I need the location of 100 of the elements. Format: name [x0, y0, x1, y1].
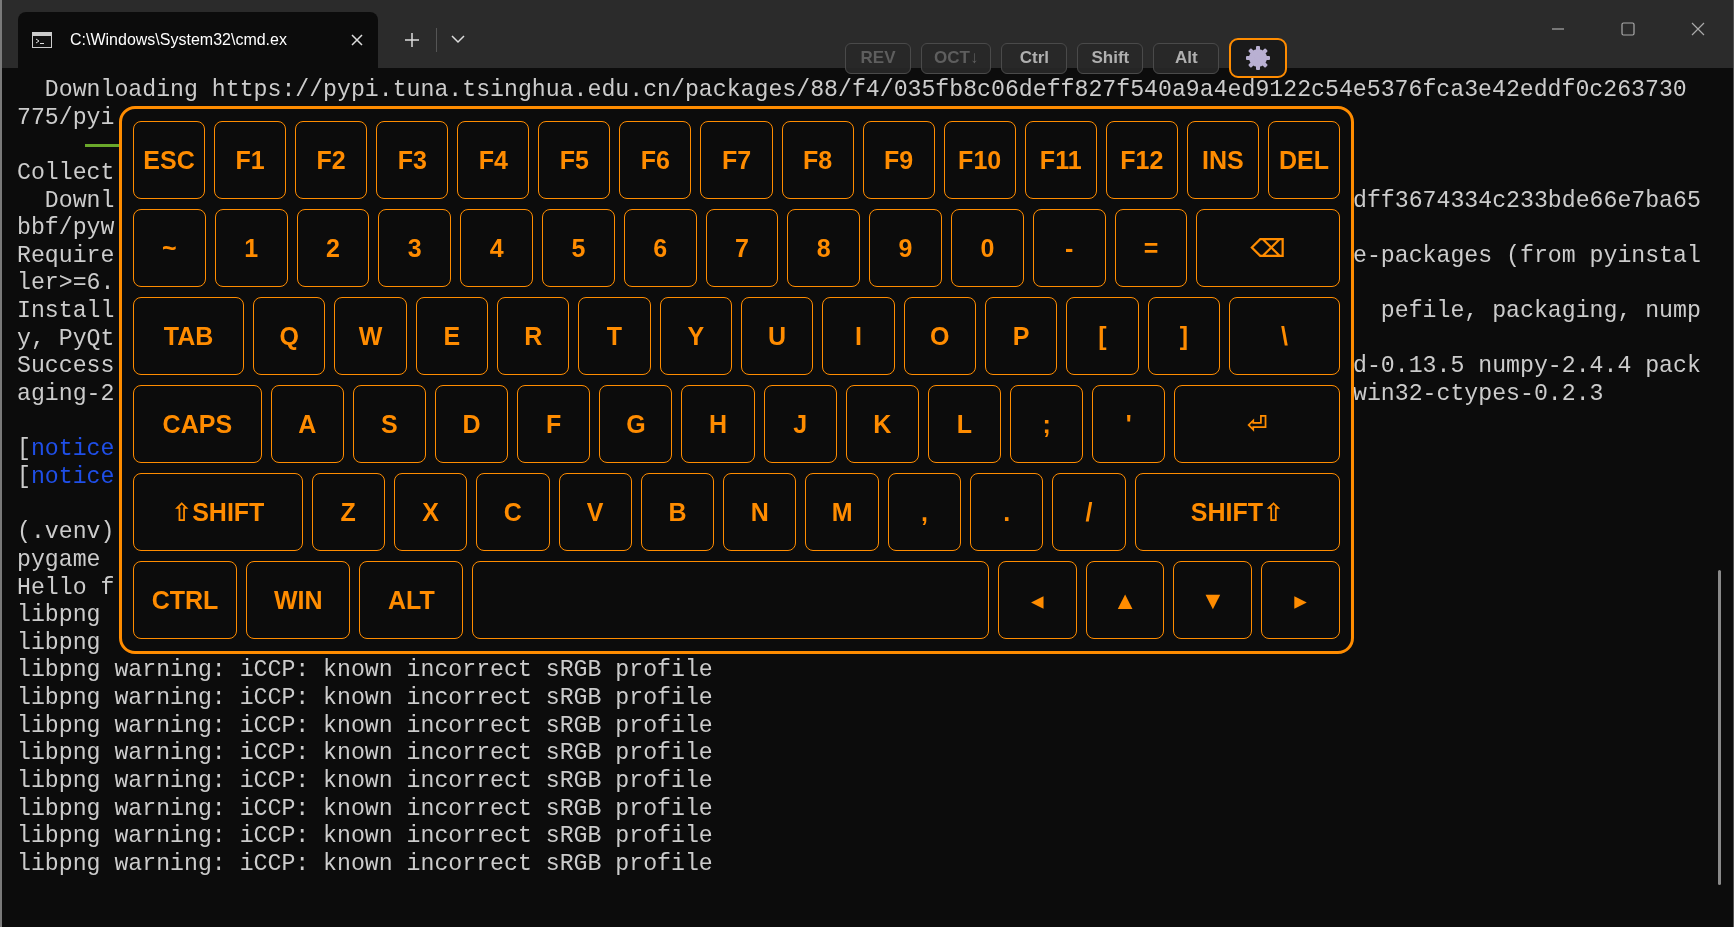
keyboard-key[interactable]: F2: [295, 121, 368, 199]
keyboard-key[interactable]: F3: [376, 121, 449, 199]
keyboard-key[interactable]: H: [681, 385, 755, 463]
keyboard-key[interactable]: \: [1228, 297, 1340, 375]
keyboard-key[interactable]: F8: [781, 121, 854, 199]
keyboard-key[interactable]: 3: [378, 209, 452, 287]
keyboard-key[interactable]: CAPS: [133, 385, 262, 463]
terminal-text: libpng: [17, 629, 101, 658]
keyboard-key[interactable]: ▸: [1261, 561, 1340, 639]
terminal-text: y, PyQt: [17, 325, 115, 354]
keyboard-key[interactable]: Z: [311, 473, 385, 551]
keyboard-key[interactable]: ]: [1147, 297, 1220, 375]
keyboard-key[interactable]: L: [927, 385, 1002, 463]
keyboard-key[interactable]: 8: [787, 209, 861, 287]
keyboard-key[interactable]: T: [578, 297, 651, 375]
keyboard-key[interactable]: 5: [542, 209, 615, 287]
keyboard-key[interactable]: ⌫: [1196, 209, 1340, 287]
keyboard-key[interactable]: U: [741, 297, 814, 375]
keyboard-key[interactable]: 0: [950, 209, 1024, 287]
terminal-tab[interactable]: C:\Windows\System32\cmd.ex: [18, 12, 378, 68]
terminal-text: libpng warning: iCCP: known incorrect sRGB profile: [17, 685, 713, 713]
caret-icon[interactable]: [451, 35, 465, 44]
keyboard-key[interactable]: ESC: [133, 121, 206, 199]
terminal-text: [notice: [17, 436, 115, 464]
keyboard-key[interactable]: TAB: [133, 297, 244, 375]
settings-button[interactable]: [1229, 38, 1288, 78]
keyboard-key[interactable]: D: [434, 385, 509, 463]
terminal-text: ler>=6.: [17, 270, 115, 299]
keyboard-key[interactable]: X: [393, 473, 468, 551]
keyboard-key[interactable]: C: [476, 473, 550, 551]
keyboard-key[interactable]: ▲: [1085, 561, 1165, 639]
keyboard-key[interactable]: F10: [943, 121, 1016, 199]
terminal-text: Downl: [43, 187, 115, 216]
keyboard-key[interactable]: B: [640, 473, 715, 551]
keyboard-key[interactable]: 2: [296, 209, 370, 287]
keyboard-key[interactable]: M: [805, 473, 879, 551]
terminal-text: dff3674334c233bde66e7ba65: [1353, 187, 1701, 216]
terminal-text: (.venv): [17, 519, 115, 547]
terminal-text: [notice: [17, 463, 115, 492]
keyboard-key[interactable]: ~: [133, 209, 206, 287]
keyboard-key[interactable]: .: [970, 473, 1044, 551]
keyboard-key[interactable]: K: [845, 385, 919, 463]
keyboard-key[interactable]: F5: [538, 121, 611, 199]
toolbar-button[interactable]: Ctrl: [1001, 42, 1068, 74]
keyboard-key[interactable]: [: [1066, 297, 1139, 375]
keyboard-key[interactable]: A: [270, 385, 344, 463]
keyboard-key[interactable]: Y: [659, 297, 732, 375]
keyboard-key[interactable]: 7: [705, 209, 779, 287]
keyboard-key[interactable]: ': [1092, 385, 1166, 463]
space-key[interactable]: [472, 561, 989, 639]
keyboard-key[interactable]: ▼: [1173, 561, 1253, 639]
keyboard-key[interactable]: CTRL: [133, 561, 238, 639]
keyboard-key[interactable]: J: [763, 385, 837, 463]
keyboard-key[interactable]: WIN: [246, 561, 351, 639]
keyboard-key[interactable]: /: [1052, 473, 1126, 551]
terminal-text: Install: [17, 298, 115, 326]
keyboard-key[interactable]: ⏎: [1174, 385, 1341, 463]
toolbar-button[interactable]: Alt: [1153, 42, 1220, 74]
keyboard-key[interactable]: SHIFT⇧: [1134, 473, 1340, 551]
keyboard-key[interactable]: F12: [1105, 121, 1178, 199]
keyboard-key[interactable]: ,: [887, 473, 962, 551]
keyboard-key[interactable]: -: [1032, 209, 1106, 287]
keyboard-key[interactable]: E: [415, 297, 488, 375]
keyboard-key[interactable]: V: [558, 473, 632, 551]
keyboard-key[interactable]: F9: [862, 121, 935, 199]
keyboard-key[interactable]: F6: [619, 121, 692, 199]
keyboard-key[interactable]: 9: [869, 209, 942, 287]
keyboard-key[interactable]: F7: [700, 121, 773, 199]
keyboard-key[interactable]: Q: [253, 297, 326, 375]
keyboard-key[interactable]: I: [822, 297, 895, 375]
keyboard-key[interactable]: 4: [460, 209, 533, 287]
keyboard-key[interactable]: =: [1114, 209, 1188, 287]
keyboard-key[interactable]: F11: [1024, 121, 1097, 199]
scrollbar-thumb[interactable]: [1718, 570, 1721, 885]
keyboard-key[interactable]: G: [599, 385, 673, 463]
terminal-text: Success: [17, 353, 115, 382]
keyboard-key[interactable]: W: [334, 297, 407, 375]
keyboard-key[interactable]: F: [517, 385, 591, 463]
keyboard-key[interactable]: S: [352, 385, 426, 463]
keyboard-key[interactable]: ALT: [359, 561, 464, 639]
tab-title: C:\Windows\System32\cmd.ex: [70, 31, 288, 49]
terminal-text: 775/pyi: [17, 104, 115, 133]
keyboard-key[interactable]: ◂: [997, 561, 1077, 639]
keyboard-key[interactable]: DEL: [1267, 121, 1340, 199]
maximize-icon[interactable]: [1621, 22, 1635, 36]
keyboard-key[interactable]: INS: [1186, 121, 1259, 199]
keyboard-key[interactable]: 1: [214, 209, 288, 287]
keyboard-key[interactable]: R: [497, 297, 570, 375]
keyboard-key[interactable]: O: [903, 297, 976, 375]
keyboard-key[interactable]: ⇧SHIFT: [133, 473, 303, 551]
toolbar-button[interactable]: Shift: [1077, 42, 1144, 74]
keyboard-key[interactable]: 6: [623, 209, 697, 287]
close-icon[interactable]: [1691, 22, 1705, 36]
plus-icon[interactable]: [404, 32, 420, 48]
keyboard-key[interactable]: N: [723, 473, 797, 551]
terminal-text: Require: [17, 242, 115, 271]
keyboard-key[interactable]: F1: [214, 121, 287, 199]
keyboard-key[interactable]: ;: [1010, 385, 1084, 463]
keyboard-key[interactable]: F4: [457, 121, 530, 199]
keyboard-key[interactable]: P: [984, 297, 1058, 375]
